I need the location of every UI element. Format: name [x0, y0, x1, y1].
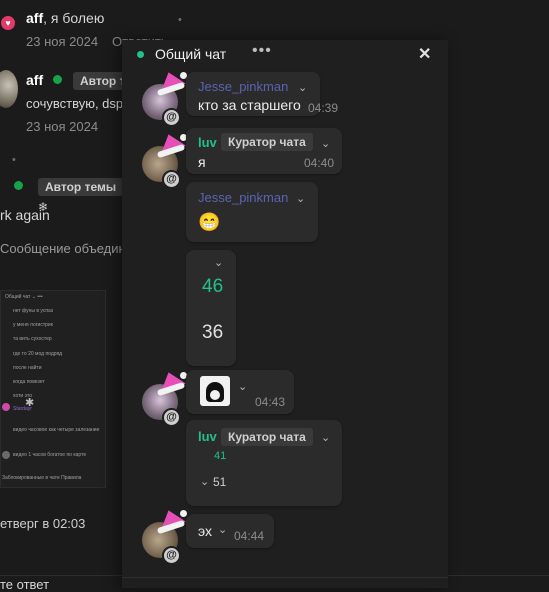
- chevron-down-icon[interactable]: ⌄: [321, 137, 330, 150]
- message-bubble[interactable]: ⌄ 46 36: [186, 250, 236, 366]
- author-badge-2: Автор темы: [38, 178, 124, 196]
- message-text: 51: [213, 475, 227, 489]
- chevron-down-icon[interactable]: ⌄: [200, 475, 209, 488]
- reply-reference[interactable]: 41: [214, 450, 226, 462]
- chat-title[interactable]: Общий чат: [155, 46, 226, 62]
- chevron-down-icon[interactable]: ⌄: [214, 256, 223, 269]
- reply-line: aff, я болею: [26, 10, 104, 26]
- bottom-text: те ответ: [0, 577, 50, 592]
- message-time: 04:40: [304, 156, 335, 170]
- mention-icon: @: [162, 408, 181, 427]
- reply-author[interactable]: aff: [26, 10, 43, 26]
- message-time: 04:44: [234, 529, 265, 543]
- post-author[interactable]: aff: [26, 72, 43, 88]
- chat-panel: Общий чат ••• ✕ @ Jesse_pinkman ⌄ кто за…: [122, 40, 448, 588]
- chevron-down-icon[interactable]: ⌄: [321, 431, 330, 444]
- mention-icon: @: [162, 108, 181, 127]
- avatar[interactable]: @: [142, 130, 187, 189]
- chevron-down-icon[interactable]: ⌄: [298, 81, 307, 94]
- online-indicator: [137, 51, 144, 58]
- divider: [122, 577, 448, 578]
- chevron-down-icon[interactable]: ⌄: [296, 192, 305, 205]
- chevron-down-icon[interactable]: ⌄: [218, 523, 227, 536]
- message-bubble[interactable]: Jesse_pinkman ⌄ 😁: [186, 182, 318, 242]
- chat-header: Общий чат ••• ✕: [122, 40, 448, 70]
- post-date: 23 ноя 2024: [26, 119, 99, 134]
- message-bubble[interactable]: эх ⌄ 04:44: [186, 514, 274, 548]
- message-text: кто за старшего: [198, 97, 301, 113]
- avatar[interactable]: @: [142, 68, 187, 127]
- message-author[interactable]: Jesse_pinkman: [198, 79, 288, 94]
- snowflake-icon: ✱: [25, 397, 35, 409]
- post-text: сочувствую, dspljl: [26, 96, 132, 111]
- message-text: 36: [202, 322, 224, 343]
- reply-date: 23 ноя 2024: [26, 34, 99, 49]
- more-horizontal-icon[interactable]: •••: [252, 42, 272, 60]
- online-indicator: [53, 75, 62, 84]
- message-time: 04:43: [255, 395, 286, 409]
- fragment-text: rk again: [0, 207, 50, 223]
- message-text: я: [198, 154, 206, 170]
- attached-screenshot[interactable]: Общий чат ⌄ ••• нет фуны в успаз у меня …: [0, 290, 106, 488]
- post-author-avatar[interactable]: [0, 70, 18, 108]
- message-bubble[interactable]: Jesse_pinkman ⌄ кто за старшего 04:39: [186, 72, 338, 116]
- message-author[interactable]: luv: [198, 135, 217, 150]
- mention-icon: @: [162, 546, 181, 565]
- mention-icon: @: [162, 170, 181, 189]
- close-icon[interactable]: ✕: [418, 44, 431, 64]
- message-bubble[interactable]: luv Куратор чата ⌄ 41 ⌄ 51: [186, 420, 342, 506]
- online-indicator: [14, 181, 23, 190]
- message-text-green: 46: [202, 276, 224, 297]
- avatar[interactable]: @: [142, 506, 187, 565]
- message-bubble[interactable]: ⌄ 04:43: [186, 370, 294, 414]
- snowflake-icon: •: [178, 14, 182, 26]
- message-time: 04:39: [308, 101, 339, 115]
- snowflake-icon: •: [12, 154, 16, 166]
- chevron-down-icon[interactable]: ⌄: [238, 380, 247, 393]
- message-author[interactable]: luv: [198, 429, 217, 444]
- emoji-grin: 😁: [198, 212, 221, 232]
- avatar[interactable]: @: [142, 368, 187, 427]
- footer-date: етверг в 02:03: [0, 516, 86, 531]
- message-text: эх: [198, 523, 212, 539]
- message-bubble[interactable]: luv Куратор чата ⌄ я 04:40: [186, 128, 342, 174]
- sticker-image[interactable]: [200, 376, 230, 406]
- heart-icon: ♥: [1, 16, 15, 30]
- message-author[interactable]: Jesse_pinkman: [198, 190, 288, 205]
- reply-text: , я болею: [43, 10, 105, 26]
- curator-badge: Куратор чата: [221, 428, 313, 446]
- curator-badge: Куратор чата: [221, 133, 313, 151]
